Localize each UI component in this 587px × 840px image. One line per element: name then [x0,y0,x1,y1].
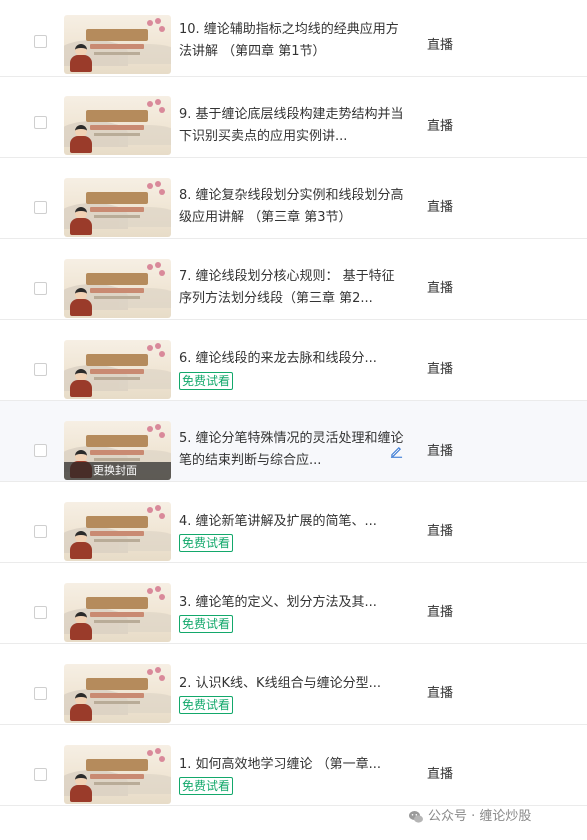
table-row[interactable]: 3. 缠论笔的定义、划分方法及其... 免费试看 直播 [0,563,587,644]
plum-blossom-icon [145,747,167,767]
course-cover[interactable] [64,745,171,804]
course-type: 直播 [427,281,454,296]
course-title[interactable]: 1. 如何高效地学习缠论 （第一章... [179,754,405,776]
course-type: 直播 [427,767,454,782]
plum-blossom-icon [145,423,167,443]
plum-blossom-icon [145,585,167,605]
portrait-figure [70,207,92,235]
table-row[interactable]: 更换封面 5. 缠论分笔特殊情况的灵活处理和缠论笔的结束判断与综合应... 直播 [0,401,587,482]
free-trial-badge: 免费试看 [179,696,234,714]
course-type: 直播 [427,200,454,215]
free-trial-badge: 免费试看 [179,534,234,552]
watermark: 公众号 · 缠论炒股 [409,808,532,826]
course-title[interactable]: 7. 缠论线段划分核心规则： 基于特征序列方法划分线段（第三章 第2... [179,266,405,310]
course-cover[interactable]: 更换封面 [64,421,171,480]
course-title[interactable]: 3. 缠论笔的定义、划分方法及其... [179,592,405,614]
row-checkbox[interactable] [34,525,47,538]
free-trial-badge: 免费试看 [179,777,234,795]
portrait-figure [70,125,92,153]
plum-blossom-icon [145,98,167,118]
plum-blossom-icon [145,261,167,281]
portrait-figure [70,612,92,640]
table-row[interactable]: 7. 缠论线段划分核心规则： 基于特征序列方法划分线段（第三章 第2... 直播 [0,239,587,320]
course-title[interactable]: 9. 基于缠论底层线段构建走势结构并当下识别买卖点的应用实例讲... [179,104,405,148]
course-title[interactable]: 8. 缠论复杂线段划分实例和线段划分高级应用讲解 （第三章 第3节） [179,185,405,229]
free-trial-badge: 免费试看 [179,372,234,390]
course-cover[interactable] [64,583,171,642]
row-checkbox[interactable] [34,35,47,48]
row-checkbox[interactable] [34,116,47,129]
plum-blossom-icon [145,666,167,686]
course-cover[interactable] [64,15,171,74]
portrait-figure [70,44,92,72]
course-cover[interactable] [64,96,171,155]
course-type: 直播 [427,38,454,53]
watermark-text: 公众号 · 缠论炒股 [428,809,532,824]
course-type: 直播 [427,524,454,539]
course-title[interactable]: 2. 认识K线、K线组合与缠论分型... [179,673,405,695]
table-row[interactable]: 10. 缠论辅助指标之均线的经典应用方法讲解 （第四章 第1节） 直播 [0,0,587,77]
row-checkbox[interactable] [34,363,47,376]
course-type: 直播 [427,119,454,134]
row-checkbox[interactable] [34,201,47,214]
table-row[interactable]: 6. 缠论线段的来龙去脉和线段分... 免费试看 直播 [0,320,587,401]
edit-icon[interactable] [390,445,403,458]
portrait-figure [70,531,92,559]
course-type: 直播 [427,605,454,620]
table-row[interactable]: 2. 认识K线、K线组合与缠论分型... 免费试看 直播 [0,644,587,725]
course-type: 直播 [427,444,454,459]
plum-blossom-icon [145,17,167,37]
plum-blossom-icon [145,180,167,200]
course-cover[interactable] [64,664,171,723]
course-title[interactable]: 10. 缠论辅助指标之均线的经典应用方法讲解 （第四章 第1节） [179,19,405,63]
course-cover[interactable] [64,178,171,237]
portrait-figure [70,774,92,802]
table-row[interactable]: 4. 缠论新笔讲解及扩展的简笔、... 免费试看 直播 [0,482,587,563]
row-checkbox[interactable] [34,606,47,619]
portrait-figure [70,369,92,397]
portrait-figure [70,288,92,316]
row-checkbox[interactable] [34,282,47,295]
table-row[interactable]: 1. 如何高效地学习缠论 （第一章... 免费试看 直播 [0,725,587,806]
plum-blossom-icon [145,342,167,362]
row-checkbox[interactable] [34,768,47,781]
change-cover-button[interactable]: 更换封面 [64,462,171,480]
course-title[interactable]: 4. 缠论新笔讲解及扩展的简笔、... [179,511,405,533]
table-row[interactable]: 8. 缠论复杂线段划分实例和线段划分高级应用讲解 （第三章 第3节） 直播 [0,158,587,239]
table-row[interactable]: 9. 基于缠论底层线段构建走势结构并当下识别买卖点的应用实例讲... 直播 [0,77,587,158]
free-trial-badge: 免费试看 [179,615,234,633]
plum-blossom-icon [145,504,167,524]
course-cover[interactable] [64,502,171,561]
course-title[interactable]: 6. 缠论线段的来龙去脉和线段分... [179,348,405,370]
wechat-icon [409,811,423,823]
course-type: 直播 [427,362,454,377]
course-cover[interactable] [64,259,171,318]
portrait-figure [70,693,92,721]
course-type: 直播 [427,686,454,701]
course-cover[interactable] [64,340,171,399]
row-checkbox[interactable] [34,687,47,700]
course-title[interactable]: 5. 缠论分笔特殊情况的灵活处理和缠论笔的结束判断与综合应... [179,428,405,472]
row-checkbox[interactable] [34,444,47,457]
